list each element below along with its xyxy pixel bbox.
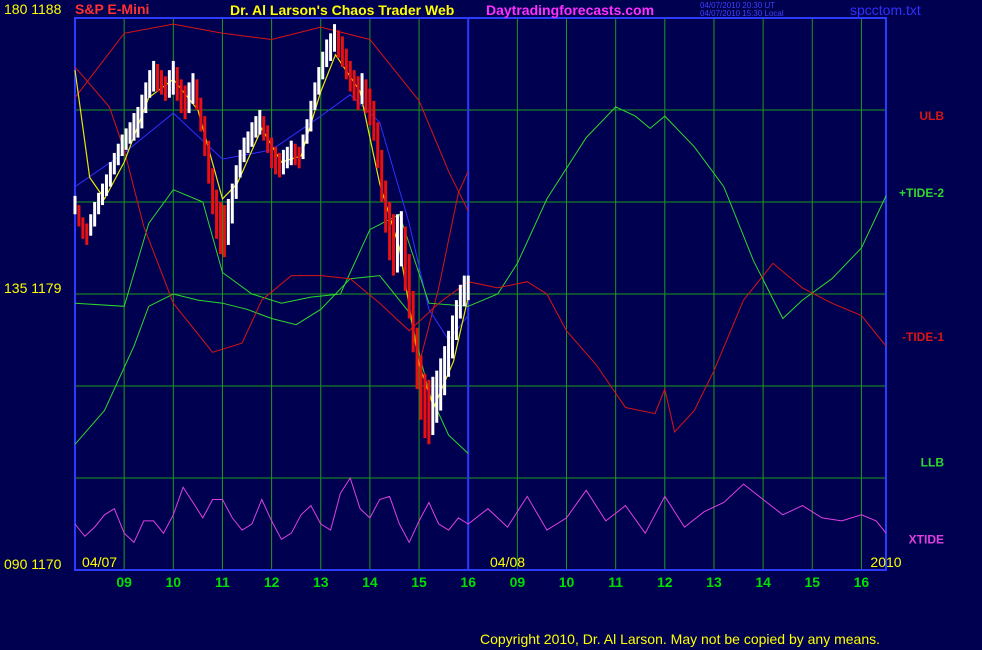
site-link[interactable]: Daytradingforecasts.com bbox=[486, 2, 654, 18]
x-tick-label: 15 bbox=[411, 574, 427, 590]
series-label: LLB bbox=[921, 456, 945, 470]
x-tick-label: 09 bbox=[510, 574, 526, 590]
chart-title: Dr. Al Larson's Chaos Trader Web bbox=[230, 2, 455, 18]
series-label: -TIDE-1 bbox=[902, 330, 944, 344]
x-tick-label: 09 bbox=[116, 574, 132, 590]
x-tick-label: 10 bbox=[559, 574, 575, 590]
x-tick-label: 12 bbox=[657, 574, 673, 590]
x-tick-label: 14 bbox=[755, 574, 771, 590]
y-label-bottom: 090 1170 bbox=[4, 556, 62, 572]
x-tick-label: 13 bbox=[313, 574, 329, 590]
series-label: ULB bbox=[919, 109, 944, 123]
copyright-notice: Copyright 2010, Dr. Al Larson. May not b… bbox=[480, 631, 881, 647]
y-label-mid: 135 1179 bbox=[4, 280, 62, 296]
chart-canvas: 09 10 11 12 13 14 15 16 09 10 11 12 13 14 15 16 04/07 04… bbox=[0, 0, 982, 650]
y-label-top: 180 1188 bbox=[4, 1, 62, 17]
x-tick-label: 16 bbox=[460, 574, 476, 590]
x-tick-label: 13 bbox=[706, 574, 722, 590]
date-label: 04/08 bbox=[490, 554, 525, 570]
plot-background bbox=[0, 0, 982, 650]
series-label: XTIDE bbox=[909, 532, 944, 546]
data-filename: spcctom.txt bbox=[850, 2, 921, 18]
x-tick-label: 16 bbox=[854, 574, 870, 590]
x-tick-label: 11 bbox=[608, 574, 623, 590]
x-tick-label: 15 bbox=[804, 574, 820, 590]
timestamp-local: 04/07/2010 15:30 Local bbox=[700, 9, 784, 18]
x-tick-label: 10 bbox=[166, 574, 182, 590]
timestamp-stamp: 04/07/2010 20:30 UT 04/07/2010 15:30 Loc… bbox=[700, 2, 784, 18]
chart-page: { "header": { "symbol": "S&P E-Mini", "t… bbox=[0, 0, 982, 650]
date-label: 04/07 bbox=[82, 554, 117, 570]
x-tick-label: 14 bbox=[362, 574, 378, 590]
x-tick-label: 11 bbox=[215, 574, 230, 590]
date-label: 2010 bbox=[870, 554, 901, 570]
series-label: +TIDE-2 bbox=[899, 186, 944, 200]
symbol-label: S&P E-Mini bbox=[75, 1, 150, 17]
x-tick-label: 12 bbox=[264, 574, 280, 590]
